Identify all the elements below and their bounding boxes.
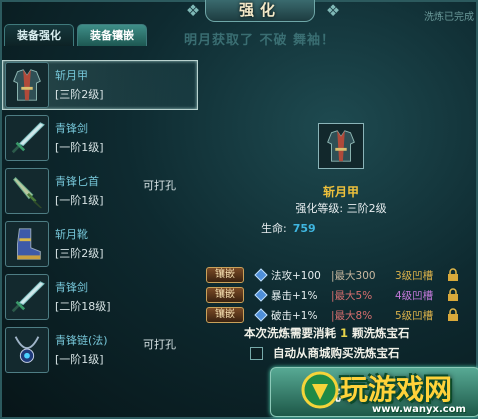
stat-text: 暴击+1% <box>271 289 318 302</box>
life-label: 生命: <box>261 222 287 235</box>
cost-suffix: 颗洗炼宝石 <box>352 326 410 340</box>
gem-icon <box>254 268 268 282</box>
max-text: |最大8% <box>331 309 373 322</box>
inlay-row: 镶嵌 法攻+100 |最大300 3级凹槽 <box>206 265 478 285</box>
watermark-text: 玩游戏网 <box>340 373 453 406</box>
item-grade: [二阶18级] <box>55 299 111 313</box>
auto-buy-option: 自动从商城购买洗炼宝石 <box>250 345 400 361</box>
armor-icon <box>5 62 49 108</box>
equipment-list: 斩月甲 [三阶2级] 青锋剑 [一阶1级] 青锋匕首 [一阶1级] 可打孔 斩月… <box>2 58 198 419</box>
list-item[interactable]: 斩月甲 [三阶2级] <box>2 60 198 110</box>
announcement-text: 明月获取了 不破 舞袖！ <box>184 33 336 48</box>
lock-icon <box>448 268 458 281</box>
gem-icon <box>254 288 268 302</box>
preview-grade: 强化等级: 三阶2级 <box>295 202 387 215</box>
inlay-rows: 镶嵌 法攻+100 |最大300 3级凹槽 镶嵌 暴击+1% |最大5% 4级凹… <box>206 265 478 325</box>
boots-icon <box>5 221 49 267</box>
cost-text: 本次洗炼需要消耗 1 颗洗炼宝石 <box>244 325 410 341</box>
preview-item-name: 斩月甲 <box>322 185 359 199</box>
life-value: 759 <box>292 222 316 235</box>
armor-icon <box>318 123 364 169</box>
watermark-logo-icon <box>301 371 339 409</box>
slot-text: 5级凹槽 <box>395 309 434 322</box>
item-grade: [三阶2级] <box>55 87 104 101</box>
inlay-button[interactable]: 镶嵌 <box>206 307 244 323</box>
inlay-row: 镶嵌 破击+1% |最大8% 5级凹槽 <box>206 305 478 325</box>
life-stat: 生命: 759 <box>261 220 316 236</box>
tab-bar: 装备强化 装备镶嵌 <box>4 24 147 46</box>
dagger-icon <box>5 168 49 214</box>
stat-text: 法攻+100 <box>271 269 321 282</box>
cost-prefix: 本次洗炼需要消耗 <box>244 326 336 340</box>
item-name: 青锋链(法) <box>55 333 108 347</box>
item-name: 青锋匕首 <box>55 174 99 188</box>
title-ornament-right-icon: ❖ <box>325 1 341 20</box>
list-item[interactable]: 青锋剑 [二阶18级] <box>2 272 198 322</box>
inlay-button[interactable]: 镶嵌 <box>206 287 244 303</box>
list-item[interactable]: 青锋匕首 [一阶1级] 可打孔 <box>2 166 198 216</box>
item-name: 斩月靴 <box>55 227 88 241</box>
auto-buy-checkbox[interactable] <box>250 346 263 360</box>
item-grade: [三阶2级] <box>55 246 104 260</box>
slot-text: 3级凹槽 <box>395 269 434 282</box>
item-grade: [一阶1级] <box>55 352 104 366</box>
window-title: 强化 <box>238 1 281 19</box>
tab-equipment-inlay[interactable]: 装备镶嵌 <box>77 24 147 46</box>
necklace-icon <box>5 327 49 373</box>
lock-icon <box>448 308 458 321</box>
title-ornament-left-icon: ❖ <box>185 1 201 20</box>
item-name: 青锋剑 <box>55 121 88 135</box>
item-grade: [一阶1级] <box>55 193 104 207</box>
sword-icon <box>5 115 49 161</box>
auto-buy-label: 自动从商城购买洗炼宝石 <box>273 346 400 360</box>
max-text: |最大300 <box>331 269 376 282</box>
max-text: |最大5% <box>331 289 373 302</box>
punchable-label: 可打孔 <box>143 338 176 351</box>
inlay-panel: 斩月甲 强化等级: 三阶2级 生命: 759 镶嵌 法攻+100 |最大300 3… <box>204 57 478 419</box>
item-grade: [一阶1级] <box>55 140 104 154</box>
cost-count: 1 <box>340 326 349 340</box>
sword-icon <box>5 274 49 320</box>
inlay-button[interactable]: 镶嵌 <box>206 267 244 283</box>
status-text: 洗炼已完成 <box>424 12 474 23</box>
watermark-url: www.wanyx.com <box>372 404 466 415</box>
list-item[interactable]: 青锋链(法) [一阶1级] 可打孔 <box>2 325 198 375</box>
item-name: 青锋剑 <box>55 280 88 294</box>
lock-icon <box>448 288 458 301</box>
punchable-label: 可打孔 <box>143 179 176 192</box>
stat-text: 破击+1% <box>271 309 318 322</box>
item-name: 斩月甲 <box>55 68 88 82</box>
inlay-row: 镶嵌 暴击+1% |最大5% 4级凹槽 <box>206 285 478 305</box>
slot-text: 4级凹槽 <box>395 289 434 302</box>
gem-icon <box>254 308 268 322</box>
tab-equipment-enhance[interactable]: 装备强化 <box>4 24 74 46</box>
list-item[interactable]: 青锋剑 [一阶1级] <box>2 113 198 163</box>
list-item[interactable]: 斩月靴 [三阶2级] <box>2 219 198 269</box>
window-title-bar: 强化 <box>205 0 315 22</box>
